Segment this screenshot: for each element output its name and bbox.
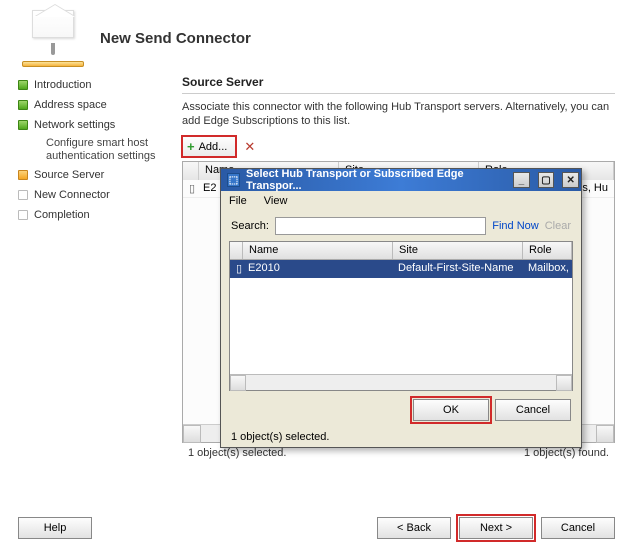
section-instruction: Associate this connector with the follow… — [182, 100, 615, 128]
dialog-menubar: File View — [221, 191, 581, 211]
step-label: Introduction — [34, 79, 91, 91]
dialog-status: 1 object(s) selected. — [221, 429, 581, 447]
result-grid: Name Site Role ▯ E2010 Default-First-Sit… — [229, 241, 573, 391]
pending-step-icon — [18, 190, 28, 200]
close-button[interactable]: ✕ — [562, 172, 579, 188]
check-icon — [18, 100, 28, 110]
add-button-label: Add... — [199, 141, 228, 153]
grid-col-name[interactable]: Name — [243, 242, 393, 259]
app-icon: ⬚ — [227, 173, 240, 187]
grid-col-role[interactable]: Role — [523, 242, 572, 259]
wizard-cancel-button[interactable]: Cancel — [541, 517, 615, 539]
row-role: Mailbox, Clie — [522, 260, 572, 278]
wizard-title: New Send Connector — [100, 30, 251, 47]
remove-icon[interactable]: ✕ — [244, 139, 255, 155]
step-label: Address space — [34, 99, 107, 111]
server-icon: ▯ — [230, 260, 242, 278]
menu-file[interactable]: File — [229, 195, 247, 207]
search-label: Search: — [231, 220, 269, 232]
horizontal-scrollbar[interactable] — [230, 374, 572, 390]
step-source-server: Source Server — [18, 165, 168, 185]
check-icon — [18, 80, 28, 90]
ok-button[interactable]: OK — [413, 399, 489, 421]
minimize-button[interactable]: _ — [513, 172, 530, 188]
help-button[interactable]: Help — [18, 517, 92, 539]
step-network-settings: Network settings — [18, 115, 168, 135]
row-site: Default-First-Site-Name — [392, 260, 522, 278]
row-name: E2 — [203, 182, 216, 195]
current-step-icon — [18, 170, 28, 180]
step-smart-host-auth: Configure smart host authentication sett… — [46, 135, 168, 165]
check-icon — [18, 120, 28, 130]
next-button[interactable]: Next > — [459, 517, 533, 539]
wizard-logo — [18, 10, 88, 67]
menu-view[interactable]: View — [264, 195, 288, 207]
step-label: Network settings — [34, 119, 115, 131]
pending-step-icon — [18, 210, 28, 220]
search-input[interactable] — [275, 217, 486, 235]
grid-col-site[interactable]: Site — [393, 242, 523, 259]
clear-link: Clear — [545, 220, 571, 232]
back-button[interactable]: < Back — [377, 517, 451, 539]
step-completion: Completion — [18, 205, 168, 225]
status-found: 1 object(s) found. — [524, 447, 609, 459]
find-now-link[interactable]: Find Now — [492, 220, 538, 232]
step-new-connector: New Connector — [18, 185, 168, 205]
cancel-button[interactable]: Cancel — [495, 399, 571, 421]
plus-icon: + — [187, 139, 195, 154]
step-address-space: Address space — [18, 95, 168, 115]
grid-row-selected[interactable]: ▯ E2010 Default-First-Site-Name Mailbox,… — [230, 260, 572, 278]
step-label: Source Server — [34, 169, 104, 181]
dialog-titlebar[interactable]: ⬚ Select Hub Transport or Subscribed Edg… — [221, 169, 581, 191]
step-label: Completion — [34, 209, 90, 221]
step-label: New Connector — [34, 189, 110, 201]
add-button[interactable]: + Add... — [182, 136, 236, 157]
server-icon: ▯ — [189, 182, 203, 195]
dialog-title: Select Hub Transport or Subscribed Edge … — [246, 168, 499, 192]
maximize-button[interactable]: ▢ — [538, 172, 555, 188]
status-selected: 1 object(s) selected. — [188, 447, 286, 459]
wizard-steps: Introduction Address space Network setti… — [18, 75, 168, 459]
section-title: Source Server — [182, 75, 615, 94]
step-introduction: Introduction — [18, 75, 168, 95]
select-server-dialog: ⬚ Select Hub Transport or Subscribed Edg… — [220, 168, 582, 448]
row-name: E2010 — [242, 260, 392, 278]
